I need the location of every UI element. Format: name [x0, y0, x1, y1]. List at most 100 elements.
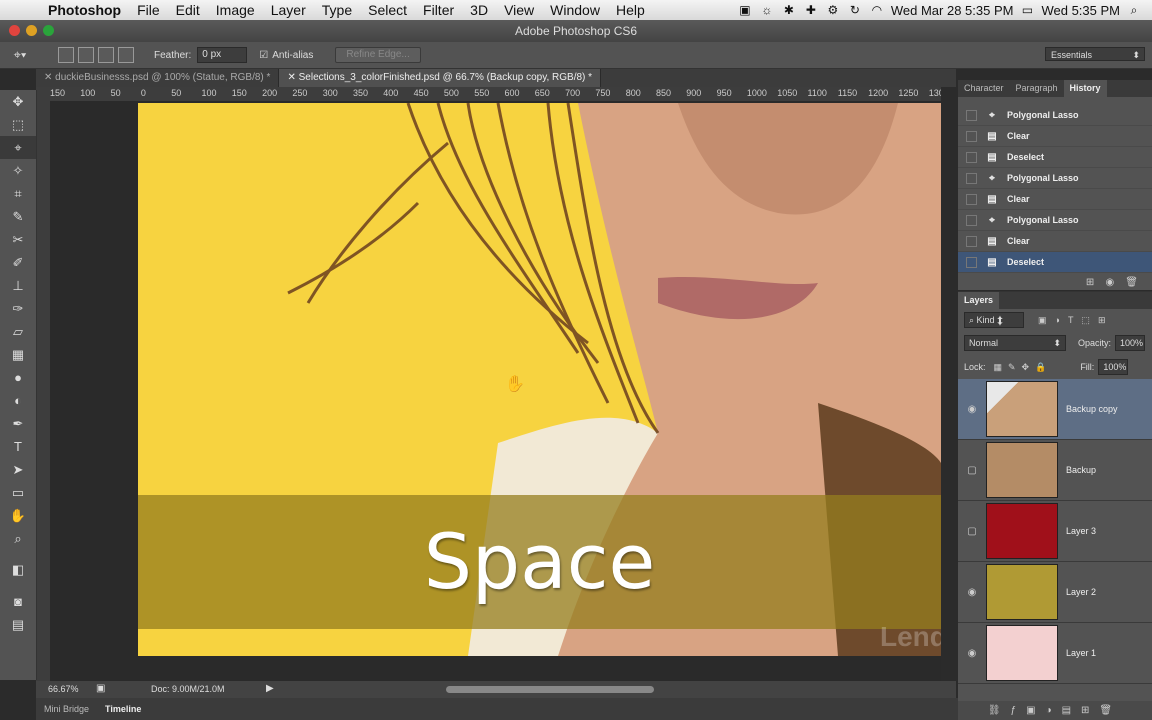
lasso-tool-icon[interactable]: ⌖ [0, 136, 36, 159]
menu-3d[interactable]: 3D [462, 2, 496, 18]
spotlight-icon[interactable]: ⌕ [1126, 3, 1142, 17]
history-item[interactable]: ▤ Clear [958, 126, 1152, 147]
tab-mini-bridge[interactable]: Mini Bridge [36, 704, 97, 714]
history-item[interactable]: ▤ Deselect [958, 147, 1152, 168]
tab-layers[interactable]: Layers [958, 292, 1000, 309]
horizontal-scrollbar[interactable] [446, 686, 654, 693]
visibility-eye-icon[interactable]: ◉ [958, 404, 986, 415]
zoom-level[interactable]: 66.67% [48, 684, 79, 694]
path-select-tool-icon[interactable]: ➤ [0, 458, 36, 481]
tab-duckie[interactable]: ✕ duckieBusinesss.psd @ 100% (Statue, RG… [36, 69, 280, 87]
tab-history[interactable]: History [1063, 80, 1107, 97]
share-icon[interactable]: ▣ [96, 683, 105, 694]
dodge-tool-icon[interactable]: ◐ [0, 389, 36, 412]
opacity-input[interactable]: 100% [1115, 335, 1146, 351]
lock-icons[interactable]: ▦✎✥🔒 [994, 362, 1053, 373]
menu-layer[interactable]: Layer [263, 2, 314, 18]
gear-icon[interactable]: ⚙ [825, 3, 841, 17]
menu-filter[interactable]: Filter [415, 2, 462, 18]
blend-mode-select[interactable]: Normal ⬍ [964, 335, 1066, 351]
wifi-icon[interactable]: ◠ [869, 3, 885, 17]
subtract-selection-icon[interactable] [98, 47, 114, 63]
layer-row[interactable]: ◉ Layer 2 [958, 562, 1152, 623]
brush-tool-icon[interactable]: ✐ [0, 251, 36, 274]
blur-tool-icon[interactable]: ● [0, 366, 36, 389]
quick-mask-icon[interactable]: ◙ [0, 590, 36, 613]
tab-character[interactable]: Character [958, 80, 1010, 97]
close-tab-icon[interactable]: ✕ [44, 72, 55, 83]
feather-input[interactable]: 0 px [197, 47, 248, 63]
stamp-tool-icon[interactable]: ⊥ [0, 274, 36, 297]
marquee-tool-icon[interactable]: ⬚ [0, 113, 36, 136]
new-selection-icon[interactable] [58, 47, 74, 63]
camera-icon[interactable]: ▣ [737, 3, 753, 17]
workspace-select[interactable]: Essentials ⬍ [1045, 47, 1145, 61]
tab-paragraph[interactable]: Paragraph [1010, 80, 1064, 97]
tab-timeline[interactable]: Timeline [97, 704, 149, 714]
new-document-from-state-icon[interactable]: ⊞ [1086, 277, 1094, 288]
quick-select-tool-icon[interactable]: ✧ [0, 159, 36, 182]
trash-icon[interactable]: 🗑 [1125, 277, 1138, 288]
shape-tool-icon[interactable]: ▭ [0, 481, 36, 504]
bluetooth-icon[interactable]: ✱ [781, 3, 797, 17]
visibility-eye-icon[interactable]: ◉ [958, 648, 986, 659]
healing-tool-icon[interactable]: ✂ [0, 228, 36, 251]
menu-window[interactable]: Window [542, 2, 608, 18]
layer-kind-filter[interactable]: ⌕ Kind ⬍ [964, 312, 1024, 328]
menu-help[interactable]: Help [608, 2, 653, 18]
snapshot-icon[interactable]: ◉ [1105, 277, 1114, 288]
intersect-selection-icon[interactable] [118, 47, 134, 63]
menu-edit[interactable]: Edit [168, 2, 208, 18]
zoom-tool-icon[interactable]: ⌕ [0, 527, 36, 550]
crop-tool-icon[interactable]: ⌗ [0, 182, 36, 205]
antialias-checkbox[interactable]: ☑ [259, 50, 268, 61]
filter-icons[interactable]: ▣◑T⬚⊞ [1038, 315, 1113, 326]
screen-mode-icon[interactable]: ▤ [0, 613, 36, 636]
pen-tool-icon[interactable]: ✒ [0, 412, 36, 435]
refine-edge-button[interactable]: Refine Edge... [335, 47, 421, 63]
plus-icon[interactable]: ✚ [803, 3, 819, 17]
battery-icon[interactable]: ▭ [1019, 3, 1035, 17]
eraser-tool-icon[interactable]: ▱ [0, 320, 36, 343]
close-window-button[interactable] [9, 25, 20, 36]
menu-app[interactable]: Photoshop [40, 2, 129, 18]
layer-row[interactable]: ◉ Backup copy [958, 379, 1152, 440]
tab-selections[interactable]: ✕ Selections_3_colorFinished.psd @ 66.7%… [279, 69, 602, 87]
history-item[interactable]: ▤ Clear [958, 231, 1152, 252]
history-item[interactable]: ⌖ Polygonal Lasso [958, 105, 1152, 126]
layer-row[interactable]: ▢ Backup [958, 440, 1152, 501]
fill-input[interactable]: 100% [1098, 359, 1129, 375]
visibility-toggle[interactable]: ▢ [958, 465, 986, 476]
minimize-window-button[interactable] [26, 25, 37, 36]
history-item[interactable]: ⌖ Polygonal Lasso [958, 168, 1152, 189]
menu-file[interactable]: File [129, 2, 168, 18]
status-menu-icon[interactable]: ▶ [266, 683, 274, 694]
move-tool-icon[interactable]: ✥ [0, 90, 36, 113]
menu-select[interactable]: Select [360, 2, 415, 18]
visibility-toggle[interactable]: ▢ [958, 526, 986, 537]
polygonal-lasso-preset-icon[interactable]: ⌖▾ [0, 47, 40, 63]
menu-image[interactable]: Image [208, 2, 263, 18]
layer-row[interactable]: ▢ Layer 3 [958, 501, 1152, 562]
menu-type[interactable]: Type [314, 2, 360, 18]
hand-tool-icon[interactable]: ✋ [0, 504, 36, 527]
layers-footer-icons[interactable]: ⛓ƒ▣◑▤⊞🗑 [958, 701, 1152, 720]
menubar-clock[interactable]: Wed 5:35 PM [1041, 3, 1120, 18]
history-item[interactable]: ⌖ Polygonal Lasso [958, 210, 1152, 231]
menubar-date[interactable]: Wed Mar 28 5:35 PM [891, 3, 1014, 18]
gradient-tool-icon[interactable]: ▦ [0, 343, 36, 366]
eyedropper-tool-icon[interactable]: ✎ [0, 205, 36, 228]
close-tab-icon[interactable]: ✕ [287, 72, 298, 83]
visibility-eye-icon[interactable]: ◉ [958, 587, 986, 598]
brightness-icon[interactable]: ☼ [759, 3, 775, 17]
zoom-window-button[interactable] [43, 25, 54, 36]
type-tool-icon[interactable]: T [0, 435, 36, 458]
history-brush-tool-icon[interactable]: ✑ [0, 297, 36, 320]
add-selection-icon[interactable] [78, 47, 94, 63]
history-item[interactable]: ▤ Deselect [958, 252, 1152, 273]
color-swatches-icon[interactable]: ◧ [0, 550, 36, 590]
layer-row[interactable]: ◉ Layer 1 [958, 623, 1152, 684]
sync-icon[interactable]: ↻ [847, 3, 863, 17]
menu-view[interactable]: View [496, 2, 542, 18]
canvas-area[interactable]: Space Lendwings ✋ [50, 101, 941, 681]
